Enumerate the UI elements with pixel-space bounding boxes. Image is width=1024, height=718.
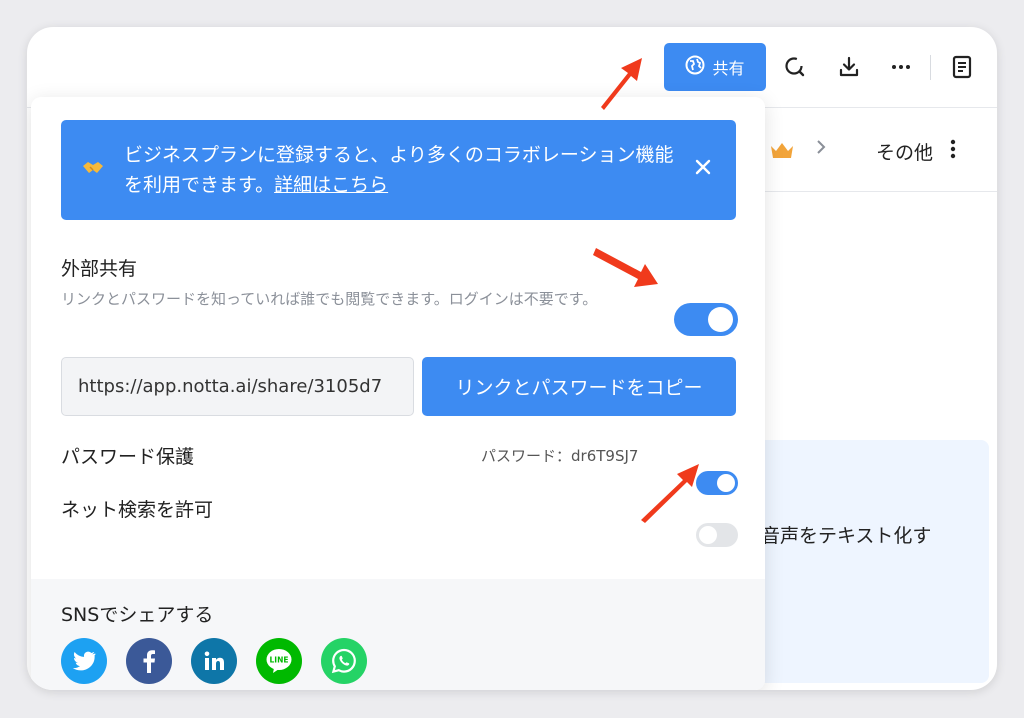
- top-toolbar: 共有: [27, 27, 997, 108]
- handshake-icon: [81, 158, 105, 182]
- external-share-toggle[interactable]: [674, 303, 738, 336]
- upgrade-banner: ビジネスプランに登録すると、より多くのコラボレーション機能を利用できます。詳細は…: [61, 120, 736, 220]
- more-horizontal-icon[interactable]: [887, 53, 915, 81]
- download-icon[interactable]: [835, 53, 863, 81]
- external-share-title: 外部共有: [61, 258, 138, 280]
- whatsapp-icon[interactable]: [321, 638, 367, 684]
- twitter-icon[interactable]: [61, 638, 107, 684]
- search-refresh-icon[interactable]: [781, 53, 809, 81]
- banner-message: ビジネスプランに登録すると、より多くのコラボレーション機能を利用できます。: [124, 144, 674, 196]
- password-protection-toggle[interactable]: [696, 471, 738, 495]
- details-link[interactable]: 詳細はこちら: [274, 174, 388, 196]
- sns-share-title: SNSでシェアする: [61, 604, 214, 626]
- share-button-label: 共有: [712, 59, 745, 78]
- external-share-description: リンクとパスワードを知っていれば誰でも閲覧できます。ログインは不要です。: [61, 290, 598, 308]
- copy-link-password-button[interactable]: リンクとパスワードをコピー: [422, 357, 736, 416]
- share-url-field[interactable]: https://app.notta.ai/share/3105d7: [61, 357, 414, 416]
- net-search-label: ネット検索を許可: [61, 499, 214, 521]
- svg-text:LINE: LINE: [270, 656, 289, 665]
- share-panel: ビジネスプランに登録すると、より多くのコラボレーション機能を利用できます。詳細は…: [31, 97, 765, 690]
- notes-icon[interactable]: [948, 53, 976, 81]
- facebook-icon[interactable]: [126, 638, 172, 684]
- banner-text: ビジネスプランに登録すると、より多くのコラボレーション機能を利用できます。詳細は…: [124, 140, 684, 200]
- password-value: パスワード：dr6T9SJ7: [481, 447, 639, 465]
- password-protection-label: パスワード保護: [61, 446, 195, 468]
- share-button[interactable]: 共有: [664, 43, 766, 91]
- more-menu-label[interactable]: その他: [876, 138, 933, 165]
- more-vertical-icon[interactable]: [950, 138, 956, 165]
- close-icon[interactable]: [694, 158, 712, 180]
- line-icon[interactable]: LINE: [256, 638, 302, 684]
- app-window: 共有 その他 音声をテキスト化す ビジネスプランに登録すると、より多くのコラボレ…: [27, 27, 997, 690]
- crown-icon: [769, 140, 795, 164]
- toolbar-divider: [930, 55, 931, 80]
- linkedin-icon[interactable]: [191, 638, 237, 684]
- background-subbar: その他: [764, 108, 997, 192]
- globe-icon: [685, 55, 705, 79]
- net-search-toggle[interactable]: [696, 523, 738, 547]
- sns-button-row: LINE: [61, 638, 367, 684]
- background-card-text: 音声をテキスト化す: [761, 525, 932, 547]
- background-card: [727, 440, 989, 683]
- chevron-right-icon: [815, 137, 827, 162]
- sns-share-section: SNSでシェアする LINE: [31, 579, 765, 690]
